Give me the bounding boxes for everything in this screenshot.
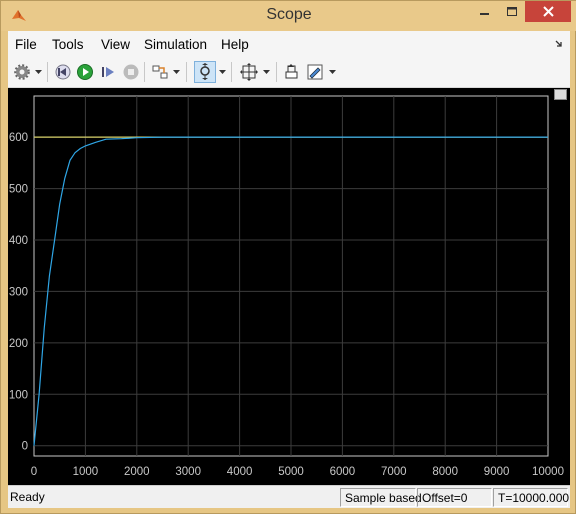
x-tick-label: 9000	[484, 466, 510, 478]
dock-arrow-icon[interactable]	[554, 39, 564, 49]
stop-icon	[123, 64, 139, 80]
menu-file[interactable]: File	[15, 37, 37, 52]
fit-to-view-icon	[240, 63, 258, 81]
offset-indicator: Offset=0	[417, 488, 492, 507]
close-button[interactable]	[525, 1, 571, 22]
y-tick-label: 600	[9, 132, 28, 144]
zoom-button[interactable]	[194, 61, 216, 83]
signal-selection-button[interactable]	[149, 61, 171, 83]
status-ready-text: Ready	[10, 490, 45, 504]
x-tick-label: 7000	[381, 466, 407, 478]
minimize-button[interactable]	[471, 1, 499, 22]
toolbar	[8, 58, 570, 88]
toolbar-separator	[231, 62, 232, 82]
scope-window: Scope File Tools View Simulation Help 0 …	[0, 0, 576, 514]
x-tick-label: 1000	[73, 466, 99, 478]
maximize-button[interactable]	[499, 1, 525, 22]
x-tick-label: 0	[31, 466, 37, 478]
x-tick-label: 8000	[432, 466, 458, 478]
run-button[interactable]	[74, 61, 96, 83]
chevron-down-icon	[35, 69, 42, 74]
time-indicator: T=10000.000	[493, 488, 569, 507]
x-tick-label: 6000	[330, 466, 356, 478]
toolbar-separator	[276, 62, 277, 82]
chevron-down-icon	[263, 69, 270, 74]
menu-bar: File Tools View Simulation Help	[8, 31, 570, 58]
menu-tools[interactable]: Tools	[52, 37, 84, 52]
edit-style-dropdown[interactable]	[328, 61, 337, 83]
edit-style-button[interactable]	[304, 61, 326, 83]
chevron-down-icon	[329, 69, 336, 74]
zoom-icon	[200, 63, 210, 80]
signal-selection-icon	[152, 65, 168, 79]
y-tick-label: 500	[9, 184, 28, 196]
signal-selection-dropdown[interactable]	[172, 61, 181, 83]
y-tick-label: 0	[22, 441, 28, 453]
x-tick-label: 4000	[227, 466, 253, 478]
grid-lines	[33, 95, 549, 457]
fit-to-view-dropdown[interactable]	[262, 61, 271, 83]
toolbar-separator	[47, 62, 48, 82]
restore-style-icon	[285, 64, 298, 79]
x-tick-label: 5000	[278, 466, 304, 478]
step-back-icon	[55, 64, 71, 80]
y-tick-label: 300	[9, 286, 28, 298]
step-back-button[interactable]	[52, 61, 74, 83]
scope-chart[interactable]: 0 1000 2000 3000 4000 5000 6000 7000 8000 9000 100…	[8, 88, 570, 485]
chevron-down-icon	[173, 69, 180, 74]
chevron-down-icon	[219, 69, 226, 74]
zoom-dropdown[interactable]	[218, 61, 227, 83]
step-forward-icon	[102, 67, 114, 77]
close-icon	[542, 6, 554, 17]
settings-button[interactable]	[11, 61, 33, 83]
client-area: File Tools View Simulation Help 0 1000 2…	[8, 31, 570, 508]
run-icon	[77, 64, 93, 80]
x-tick-label: 10000	[532, 466, 564, 478]
maximize-icon	[506, 6, 517, 16]
plot-area[interactable]: 0 1000 2000 3000 4000 5000 6000 7000 8000 9000 100…	[8, 88, 570, 485]
status-bar: Ready Sample based Offset=0 T=10000.000	[8, 485, 570, 508]
sample-mode-indicator: Sample based	[340, 488, 422, 507]
y-tick-label: 200	[9, 338, 28, 350]
stop-button[interactable]	[120, 61, 142, 83]
menu-view[interactable]: View	[101, 37, 130, 52]
settings-dropdown[interactable]	[34, 61, 43, 83]
x-tick-label: 2000	[124, 466, 150, 478]
x-tick-label: 3000	[175, 466, 201, 478]
fit-to-view-button[interactable]	[238, 61, 260, 83]
restore-style-button[interactable]	[281, 61, 303, 83]
menu-help[interactable]: Help	[221, 37, 249, 52]
minimize-icon	[480, 12, 489, 15]
toolbar-separator	[144, 62, 145, 82]
title-bar[interactable]: Scope	[1, 1, 576, 31]
step-forward-button[interactable]	[97, 61, 119, 83]
undock-button[interactable]	[554, 89, 567, 100]
y-tick-label: 400	[9, 235, 28, 247]
toolbar-separator	[186, 62, 187, 82]
settings-icon	[14, 64, 30, 80]
menu-simulation[interactable]: Simulation	[144, 37, 207, 52]
y-tick-label: 100	[9, 389, 28, 401]
edit-style-icon	[307, 64, 323, 80]
